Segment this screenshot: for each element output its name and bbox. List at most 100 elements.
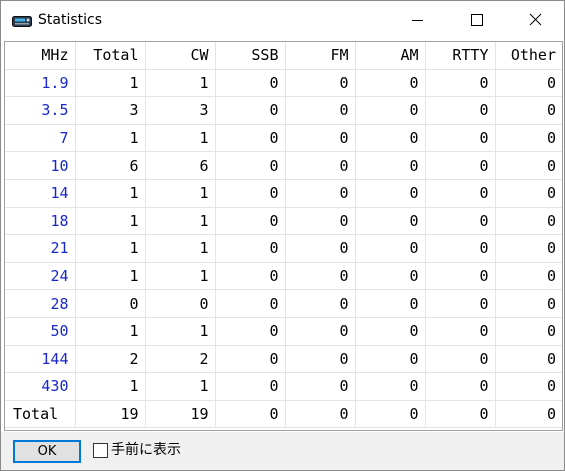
total-cell: 1 xyxy=(75,207,146,236)
fm-cell: 0 xyxy=(285,207,356,236)
other-cell: 0 xyxy=(495,372,562,401)
total-cell: 1 xyxy=(75,317,146,346)
table-row: 50 1 1 0 0 0 0 0 xyxy=(5,317,562,346)
ssb-cell: 0 xyxy=(215,179,286,208)
other-cell: 0 xyxy=(495,234,562,263)
table-row: 430 1 1 0 0 0 0 0 xyxy=(5,372,562,401)
ssb-cell: 0 xyxy=(215,289,286,318)
fm-cell: 0 xyxy=(285,234,356,263)
column-header-other: Other xyxy=(495,42,562,70)
fm-cell: 0 xyxy=(285,69,356,98)
am-cell: 0 xyxy=(355,69,426,98)
cw-cell: 1 xyxy=(145,317,216,346)
band-cell: 3.5 xyxy=(5,96,76,125)
other-cell: 0 xyxy=(495,69,562,98)
other-cell: 0 xyxy=(495,317,562,346)
total-cell: 0 xyxy=(75,289,146,318)
rtty-cell: 0 xyxy=(425,69,496,98)
title-bar[interactable]: Statistics xyxy=(1,1,564,39)
maximize-button[interactable] xyxy=(447,1,505,39)
band-cell: 10 xyxy=(5,151,76,180)
column-header-mhz: MHz xyxy=(5,42,76,70)
total-cell: 3 xyxy=(75,96,146,125)
rtty-cell: 0 xyxy=(425,289,496,318)
fm-cell: 0 xyxy=(285,179,356,208)
column-header-fm: FM xyxy=(285,42,356,70)
rtty-cell: 0 xyxy=(425,345,496,374)
other-cell: 0 xyxy=(495,151,562,180)
total-row: Total 19 19 0 0 0 0 0 xyxy=(5,400,562,429)
total-cell: 19 xyxy=(75,400,146,429)
close-icon xyxy=(529,13,542,26)
cw-cell: 1 xyxy=(145,207,216,236)
table-row: 21 1 1 0 0 0 0 0 xyxy=(5,234,562,263)
band-cell: 144 xyxy=(5,345,76,374)
total-cell: 1 xyxy=(75,179,146,208)
checkbox-label[interactable]: 手前に表示 xyxy=(111,441,181,459)
am-cell: 0 xyxy=(355,151,426,180)
total-cell: 6 xyxy=(75,151,146,180)
close-button[interactable] xyxy=(506,1,564,39)
rtty-cell: 0 xyxy=(425,262,496,291)
header-row: MHz Total CW SSB FM AM RTTY Other xyxy=(5,42,562,70)
ssb-cell: 0 xyxy=(215,96,286,125)
cw-cell: 1 xyxy=(145,179,216,208)
cw-cell: 19 xyxy=(145,400,216,429)
cw-cell: 1 xyxy=(145,69,216,98)
cw-cell: 1 xyxy=(145,234,216,263)
band-cell: 28 xyxy=(5,289,76,318)
table-row: 10 6 6 0 0 0 0 0 xyxy=(5,151,562,180)
other-cell: 0 xyxy=(495,345,562,374)
rtty-cell: 0 xyxy=(425,96,496,125)
ssb-cell: 0 xyxy=(215,345,286,374)
total-label-cell: Total xyxy=(5,400,76,429)
am-cell: 0 xyxy=(355,289,426,318)
other-cell: 0 xyxy=(495,289,562,318)
am-cell: 0 xyxy=(355,179,426,208)
minimize-button[interactable] xyxy=(388,1,446,39)
cw-cell: 0 xyxy=(145,289,216,318)
column-header-rtty: RTTY xyxy=(425,42,496,70)
fm-cell: 0 xyxy=(285,124,356,153)
table-row: 3.5 3 3 0 0 0 0 0 xyxy=(5,96,562,125)
band-cell: 18 xyxy=(5,207,76,236)
column-header-cw: CW xyxy=(145,42,216,70)
ssb-cell: 0 xyxy=(215,400,286,429)
other-cell: 0 xyxy=(495,179,562,208)
ssb-cell: 0 xyxy=(215,151,286,180)
band-cell: 21 xyxy=(5,234,76,263)
cw-cell: 6 xyxy=(145,151,216,180)
column-header-am: AM xyxy=(355,42,426,70)
band-cell: 430 xyxy=(5,372,76,401)
rtty-cell: 0 xyxy=(425,179,496,208)
ssb-cell: 0 xyxy=(215,317,286,346)
fm-cell: 0 xyxy=(285,400,356,429)
statistics-window: Statistics MHz Total CW SSB FM AM RTTY O… xyxy=(0,0,565,471)
fm-cell: 0 xyxy=(285,96,356,125)
am-cell: 0 xyxy=(355,372,426,401)
rtty-cell: 0 xyxy=(425,207,496,236)
band-cell: 50 xyxy=(5,317,76,346)
ok-button[interactable]: OK xyxy=(13,440,81,463)
table-row: 18 1 1 0 0 0 0 0 xyxy=(5,207,562,236)
am-cell: 0 xyxy=(355,124,426,153)
ssb-cell: 0 xyxy=(215,124,286,153)
ssb-cell: 0 xyxy=(215,372,286,401)
cw-cell: 1 xyxy=(145,262,216,291)
fm-cell: 0 xyxy=(285,317,356,346)
rtty-cell: 0 xyxy=(425,317,496,346)
checkbox-icon[interactable] xyxy=(93,443,108,458)
total-cell: 1 xyxy=(75,372,146,401)
statistics-table: MHz Total CW SSB FM AM RTTY Other 1.9 1 … xyxy=(5,42,562,429)
am-cell: 0 xyxy=(355,317,426,346)
ssb-cell: 0 xyxy=(215,234,286,263)
other-cell: 0 xyxy=(495,124,562,153)
am-cell: 0 xyxy=(355,262,426,291)
other-cell: 0 xyxy=(495,262,562,291)
rtty-cell: 0 xyxy=(425,400,496,429)
rtty-cell: 0 xyxy=(425,151,496,180)
ssb-cell: 0 xyxy=(215,69,286,98)
statistics-table-area: MHz Total CW SSB FM AM RTTY Other 1.9 1 … xyxy=(4,41,563,431)
am-cell: 0 xyxy=(355,207,426,236)
table-row: 7 1 1 0 0 0 0 0 xyxy=(5,124,562,153)
